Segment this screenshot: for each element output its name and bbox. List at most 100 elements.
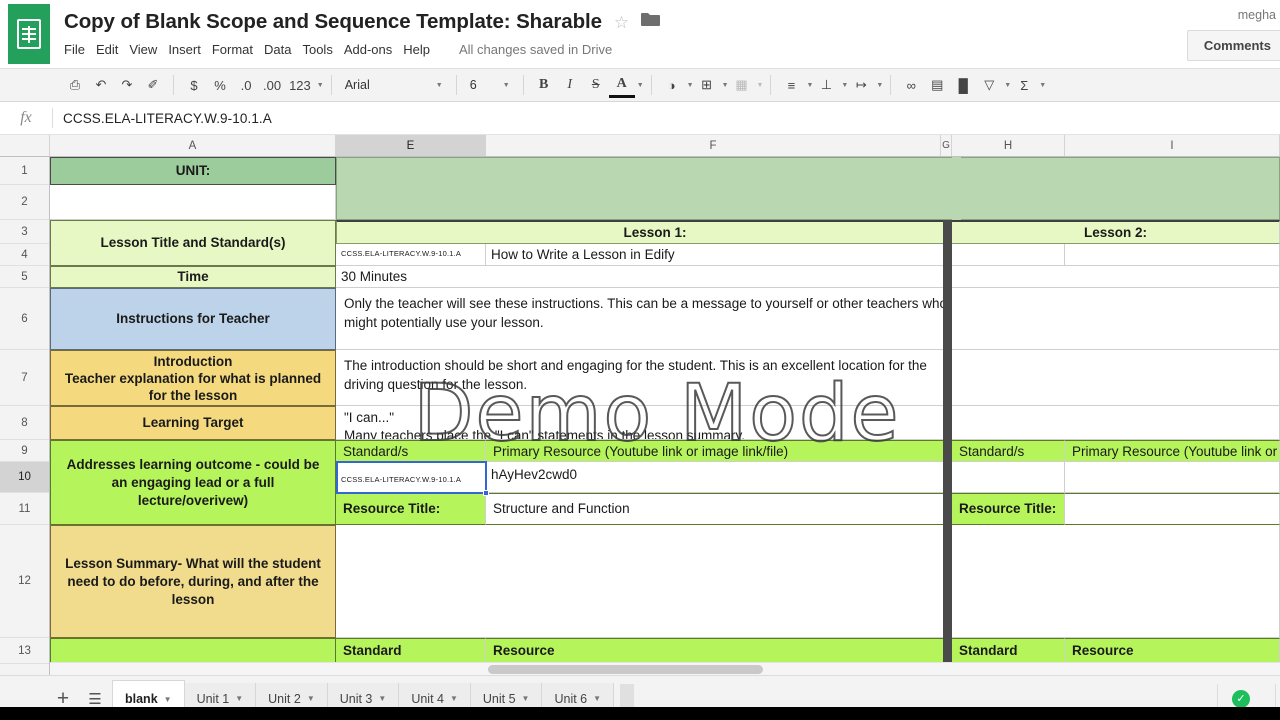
cell-e12-lesson-summary-value[interactable] — [336, 525, 974, 638]
insert-link-icon[interactable]: ∞ — [898, 72, 924, 98]
filter-icon[interactable]: ▽ — [976, 72, 1002, 98]
cell-e5-time-value[interactable]: 30 Minutes — [336, 266, 974, 288]
cell-h7[interactable] — [952, 350, 1280, 406]
cell-i10[interactable] — [1065, 462, 1280, 493]
cell-a12-lesson-summary[interactable]: Lesson Summary- What will the student ne… — [50, 525, 336, 638]
cell-h11-resource-title-label[interactable]: Resource Title: — [952, 493, 1065, 525]
cell-h10[interactable] — [952, 462, 1065, 493]
merge-cells-icon[interactable]: ▦ — [729, 72, 755, 98]
borders-chevron-down-icon[interactable]: ▼ — [722, 82, 729, 89]
cell-e10-standard-code[interactable]: CCSS.ELA-LITERACY.W.9-10.1.A — [336, 462, 486, 493]
increase-decimal-icon[interactable]: .00 — [259, 72, 285, 98]
sheet-tab-chevron-down-icon[interactable]: ▼ — [235, 694, 243, 703]
menu-tools[interactable]: Tools — [302, 40, 343, 59]
insert-comment-icon[interactable]: ▤ — [924, 72, 950, 98]
column-header-g[interactable]: G — [941, 135, 952, 156]
fill-color-icon[interactable]: ◑ — [659, 72, 685, 98]
all-sheets-icon[interactable]: ☰ — [78, 690, 112, 708]
text-color-icon[interactable]: A — [608, 72, 635, 98]
bold-button[interactable]: B — [531, 72, 557, 98]
document-title[interactable]: Copy of Blank Scope and Sequence Templat… — [64, 10, 602, 34]
menu-insert[interactable]: Insert — [168, 40, 212, 59]
cell-h5[interactable] — [952, 266, 1280, 288]
currency-format-icon[interactable]: $ — [181, 72, 207, 98]
functions-icon[interactable]: Σ — [1011, 72, 1037, 98]
italic-button[interactable]: I — [557, 72, 583, 98]
column-header-a[interactable]: A — [50, 135, 336, 156]
column-header-h[interactable]: H — [952, 135, 1065, 156]
row-header-4[interactable]: 4 — [0, 244, 49, 266]
cell-lesson2-title[interactable]: Lesson 2: — [952, 220, 1280, 244]
cell-f11-resource-title-value[interactable]: Structure and Function — [486, 493, 974, 525]
cell-lesson1-title[interactable]: Lesson 1: — [336, 220, 974, 244]
cell-f13-resource-footer[interactable]: Resource — [486, 638, 974, 664]
cell-lesson1-unit-banner[interactable] — [336, 157, 974, 220]
menu-view[interactable]: View — [129, 40, 168, 59]
row-header-12[interactable]: 12 — [0, 525, 49, 638]
row-header-6[interactable]: 6 — [0, 288, 49, 350]
text-wrap-icon[interactable]: ↦ — [848, 72, 874, 98]
cell-a8-learning-target[interactable]: Learning Target — [50, 406, 336, 440]
sheet-tab-chevron-down-icon[interactable]: ▼ — [378, 694, 386, 703]
sheet-tab-chevron-down-icon[interactable]: ▼ — [450, 694, 458, 703]
comments-button[interactable]: Comments — [1186, 30, 1280, 61]
cell-e9-standards-header[interactable]: Standard/s — [336, 440, 486, 462]
cell-f4-lesson-name[interactable]: How to Write a Lesson in Edify — [486, 244, 974, 266]
row-header-1[interactable]: 1 — [0, 157, 49, 185]
decrease-decimal-icon[interactable]: .0 — [233, 72, 259, 98]
cell-lesson2-unit-banner[interactable] — [961, 157, 1280, 220]
cell-h6[interactable] — [952, 288, 1280, 350]
sheet-tab-chevron-down-icon[interactable]: ▼ — [522, 694, 530, 703]
cell-h12[interactable] — [952, 525, 1280, 638]
cell-f10-resource-value[interactable]: hAyHev2cwd0 — [486, 462, 974, 493]
menu-add-ons[interactable]: Add-ons — [344, 40, 403, 59]
percent-format-icon[interactable]: % — [207, 72, 233, 98]
column-header-e[interactable]: E — [336, 135, 486, 156]
cell-h8[interactable] — [952, 406, 1280, 440]
cell-a9-learning-outcome[interactable]: Addresses learning outcome - could be an… — [50, 440, 336, 525]
row-header-5[interactable]: 5 — [0, 266, 49, 288]
row-header-10[interactable]: 10 — [0, 462, 49, 493]
cell-i4[interactable] — [1065, 244, 1280, 266]
cell-e4-standard-code[interactable]: CCSS.ELA-LITERACY.W.9-10.1.A — [336, 244, 486, 266]
formula-input[interactable]: CCSS.ELA-LITERACY.W.9-10.1.A — [53, 111, 1280, 126]
cell-e7-introduction-text[interactable]: The introduction should be short and eng… — [336, 350, 974, 406]
sheet-tab-chevron-down-icon[interactable]: ▼ — [164, 695, 172, 704]
sheet-tab-unit-1[interactable]: Unit 1 ▼ — [184, 682, 257, 707]
folder-icon[interactable] — [641, 12, 661, 32]
horizontal-scrollbar-thumb[interactable] — [488, 665, 763, 674]
cell-e11-resource-title-label[interactable]: Resource Title: — [336, 493, 486, 525]
menu-edit[interactable]: Edit — [96, 40, 129, 59]
cell-a2[interactable] — [50, 185, 336, 220]
tab-scroll-area[interactable] — [620, 683, 635, 707]
horizontal-align-icon[interactable]: ≡ — [778, 72, 804, 98]
vertical-align-icon[interactable]: ⊥ — [813, 72, 839, 98]
font-family-select[interactable]: Arial ▼ — [339, 72, 449, 98]
cell-a7-introduction[interactable]: Introduction Teacher explanation for wha… — [50, 350, 336, 406]
cell-a13[interactable] — [50, 638, 336, 664]
column-header-f[interactable]: F — [486, 135, 941, 156]
sheet-tab-unit-6[interactable]: Unit 6 ▼ — [542, 682, 615, 707]
sheet-tab-unit-4[interactable]: Unit 4 ▼ — [399, 682, 471, 707]
menu-format[interactable]: Format — [212, 40, 264, 59]
filter-chevron-down-icon[interactable]: ▼ — [1004, 82, 1011, 89]
paint-format-icon[interactable]: ✐ — [140, 72, 166, 98]
text-color-chevron-down-icon[interactable]: ▼ — [637, 82, 644, 89]
undo-icon[interactable]: ↶ — [88, 72, 114, 98]
valign-chevron-down-icon[interactable]: ▼ — [841, 82, 848, 89]
font-size-select[interactable]: 6 ▼ — [464, 72, 516, 98]
star-outline-icon[interactable]: ☆ — [614, 14, 629, 31]
cell-h4[interactable] — [952, 244, 1065, 266]
cell-i11[interactable] — [1065, 493, 1280, 525]
cell-a1-unit-label[interactable]: UNIT: — [50, 157, 336, 185]
cell-a5-time[interactable]: Time — [50, 266, 336, 288]
select-all-corner[interactable] — [0, 135, 50, 156]
cell-i9-primary-resource-header[interactable]: Primary Resource (Youtube link or image … — [1065, 440, 1280, 462]
halign-chevron-down-icon[interactable]: ▼ — [806, 82, 813, 89]
sheet-tab-chevron-down-icon[interactable]: ▼ — [307, 694, 315, 703]
cell-a3-lesson-title-standards[interactable]: Lesson Title and Standard(s) — [50, 220, 336, 266]
cell-a6-instructions-for-teacher[interactable]: Instructions for Teacher — [50, 288, 336, 350]
redo-icon[interactable]: ↷ — [114, 72, 140, 98]
cell-f9-primary-resource-header[interactable]: Primary Resource (Youtube link or image … — [486, 440, 974, 462]
menu-data[interactable]: Data — [264, 40, 302, 59]
